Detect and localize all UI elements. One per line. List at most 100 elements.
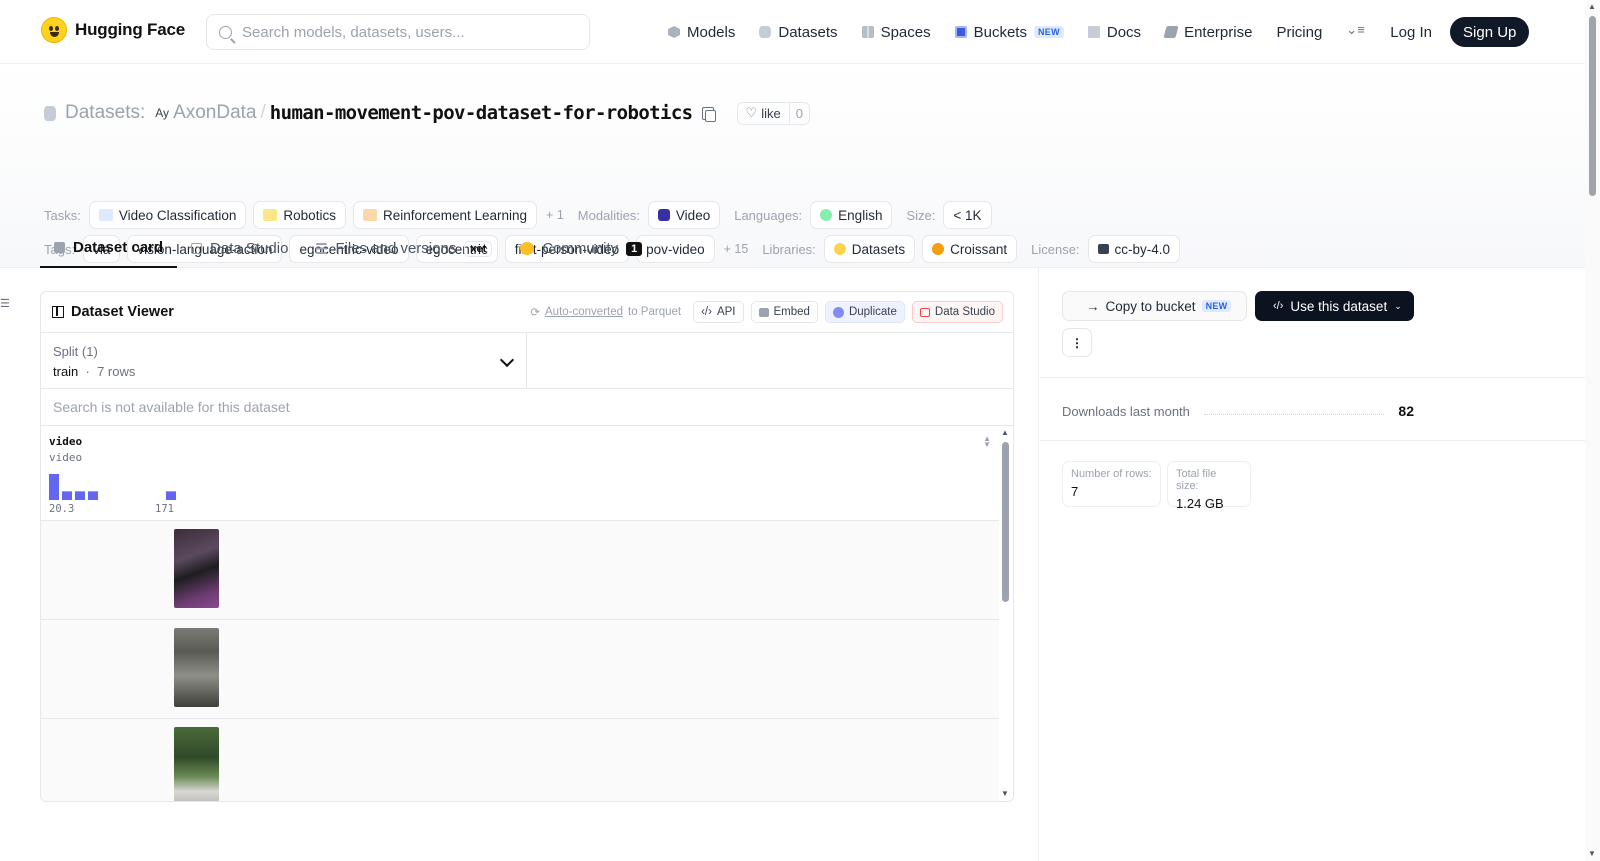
login-link[interactable]: Log In: [1390, 24, 1432, 41]
histogram-bar[interactable]: [49, 474, 59, 500]
tag-video[interactable]: Video: [647, 201, 721, 229]
cube-icon: [54, 242, 65, 253]
nav-spaces[interactable]: Spaces: [861, 23, 931, 41]
nav-pricing[interactable]: Pricing: [1276, 24, 1322, 41]
sort-icon[interactable]: ▲ ▼: [983, 435, 991, 449]
tab-community[interactable]: Community 1: [506, 229, 656, 268]
tasks-more[interactable]: + 1: [546, 208, 564, 222]
tab-data-studio[interactable]: Data Studio: [177, 229, 302, 268]
rl-icon: [362, 209, 377, 221]
scroll-down-icon[interactable]: ▼: [1001, 789, 1009, 798]
like-count[interactable]: 0: [790, 103, 809, 124]
duplicate-icon: [832, 306, 844, 318]
auto-converted-link[interactable]: Auto-converted: [545, 306, 623, 318]
search-input[interactable]: [242, 23, 562, 41]
table-row[interactable]: [41, 719, 999, 801]
viewer-actions: ⟳ Auto-converted to Parquet ‹/› API Embed D…: [530, 301, 1003, 323]
tag-reinforcement-learning[interactable]: Reinforcement Learning: [352, 201, 538, 229]
path-separator: /: [260, 102, 266, 123]
size-label: Size:: [906, 207, 936, 223]
video-classification-icon: [98, 209, 113, 221]
tag-english[interactable]: English: [810, 201, 893, 229]
more-menu-icon[interactable]: [1346, 22, 1364, 38]
api-button[interactable]: ‹/› API: [693, 301, 744, 323]
histogram-bar[interactable]: [166, 491, 176, 500]
tag-size[interactable]: < 1K: [943, 201, 992, 229]
viewer-title-text: Dataset Viewer: [71, 304, 174, 320]
video-thumbnail[interactable]: [174, 727, 219, 801]
libraries-label: Libraries:: [762, 241, 816, 257]
hf-datasets-icon: [833, 243, 846, 255]
copy-icon[interactable]: [701, 106, 716, 122]
table-row[interactable]: [41, 620, 999, 719]
nav-spaces-label: Spaces: [880, 23, 931, 41]
nav-models[interactable]: Models: [668, 24, 735, 41]
nav-pricing-label: Pricing: [1276, 23, 1323, 41]
repo-title: Datasets: Ay AxonData / human-movement-p…: [44, 101, 810, 125]
tag-label: Datasets: [851, 241, 906, 257]
tag-label: Reinforcement Learning: [382, 207, 528, 223]
tab-files[interactable]: Files and versions xet: [302, 229, 506, 268]
scroll-up-icon[interactable]: ▲: [1588, 2, 1596, 11]
scroll-up-icon[interactable]: ▲: [1001, 428, 1009, 437]
tab-dataset-card[interactable]: Dataset card: [40, 229, 178, 268]
copy-to-bucket-button[interactable]: → Copy to bucket NEW: [1062, 291, 1247, 321]
tags-more[interactable]: + 15: [724, 242, 749, 256]
video-thumbnail[interactable]: [174, 529, 219, 608]
more-options-button[interactable]: ⋮: [1062, 328, 1092, 357]
repo-type-label[interactable]: Datasets:: [65, 102, 145, 124]
global-search[interactable]: [206, 14, 590, 50]
community-count: 1: [626, 241, 643, 256]
spaces-icon: [861, 26, 874, 38]
column-histogram: [49, 474, 176, 500]
viewer-title: Dataset Viewer: [52, 304, 174, 320]
divider: [1040, 377, 1585, 378]
nav-enterprise[interactable]: Enterprise: [1163, 24, 1252, 41]
page-scrollbar[interactable]: ▲ ▼: [1585, 0, 1600, 861]
viewer-search-disabled: Search is not available for this dataset: [41, 389, 1013, 426]
histogram-bar[interactable]: [62, 491, 72, 500]
like-button[interactable]: ♡ like 0: [736, 101, 810, 125]
repo-name[interactable]: human-movement-pov-dataset-for-robotics: [270, 102, 693, 124]
new-badge: NEW: [1033, 26, 1064, 38]
viewer-scrollbar[interactable]: ▲ ▼: [999, 426, 1011, 801]
org-link[interactable]: AxonData: [173, 102, 256, 124]
duplicate-button[interactable]: Duplicate: [824, 301, 905, 323]
tag-label: Video: [675, 207, 711, 223]
tag-library-croissant[interactable]: Croissant: [922, 235, 1018, 263]
page-scrollbar-thumb[interactable]: [1589, 16, 1596, 196]
scrollbar-thumb[interactable]: [1002, 442, 1009, 602]
tag-library-datasets[interactable]: Datasets: [823, 235, 916, 263]
tag-video-classification[interactable]: Video Classification: [88, 201, 247, 229]
nav-buckets[interactable]: Buckets NEW: [954, 24, 1064, 41]
enterprise-icon: [1163, 26, 1179, 38]
split-selector-row: Split (1) train · 7 rows: [41, 333, 1013, 389]
data-studio-button[interactable]: Data Studio: [911, 301, 1003, 323]
sidebar-toggle-icon[interactable]: ☰: [0, 297, 10, 310]
filesize-stat-card: Total file size: 1.24 GB: [1167, 461, 1251, 511]
tag-license[interactable]: cc-by-4.0: [1087, 235, 1181, 263]
nav-docs[interactable]: Docs: [1087, 23, 1142, 41]
copy-bucket-label: Copy to bucket: [1105, 298, 1196, 314]
histogram-bar[interactable]: [75, 491, 85, 500]
histogram-max: 171: [155, 503, 174, 515]
tag-robotics[interactable]: Robotics: [253, 201, 346, 229]
nav-datasets[interactable]: Datasets: [759, 24, 838, 41]
split-label: Split (1): [53, 344, 98, 359]
scroll-down-icon[interactable]: ▼: [1588, 849, 1596, 858]
use-dataset-button[interactable]: ‹/› Use this dataset ⌄: [1255, 291, 1414, 321]
nav-docs-label: Docs: [1106, 23, 1142, 41]
home-logo[interactable]: Hugging Face: [41, 17, 185, 43]
main-nav: Models Datasets Spaces Buckets NEW Docs E…: [668, 17, 1530, 47]
histogram-bar[interactable]: [88, 491, 98, 500]
code-icon: ‹/›: [1273, 300, 1284, 312]
video-thumbnail[interactable]: [174, 628, 219, 707]
metadata-row-tasks: Tasks: Video Classification Robotics Rei…: [44, 201, 999, 229]
code-icon: ‹/›: [701, 306, 712, 318]
nav-models-label: Models: [687, 23, 736, 41]
split-selector[interactable]: Split (1) train · 7 rows: [41, 333, 527, 388]
signup-button[interactable]: Sign Up: [1450, 17, 1530, 47]
embed-button[interactable]: Embed: [750, 301, 818, 323]
filesize-label: Total file size:: [1176, 468, 1217, 492]
table-row[interactable]: [41, 521, 999, 620]
